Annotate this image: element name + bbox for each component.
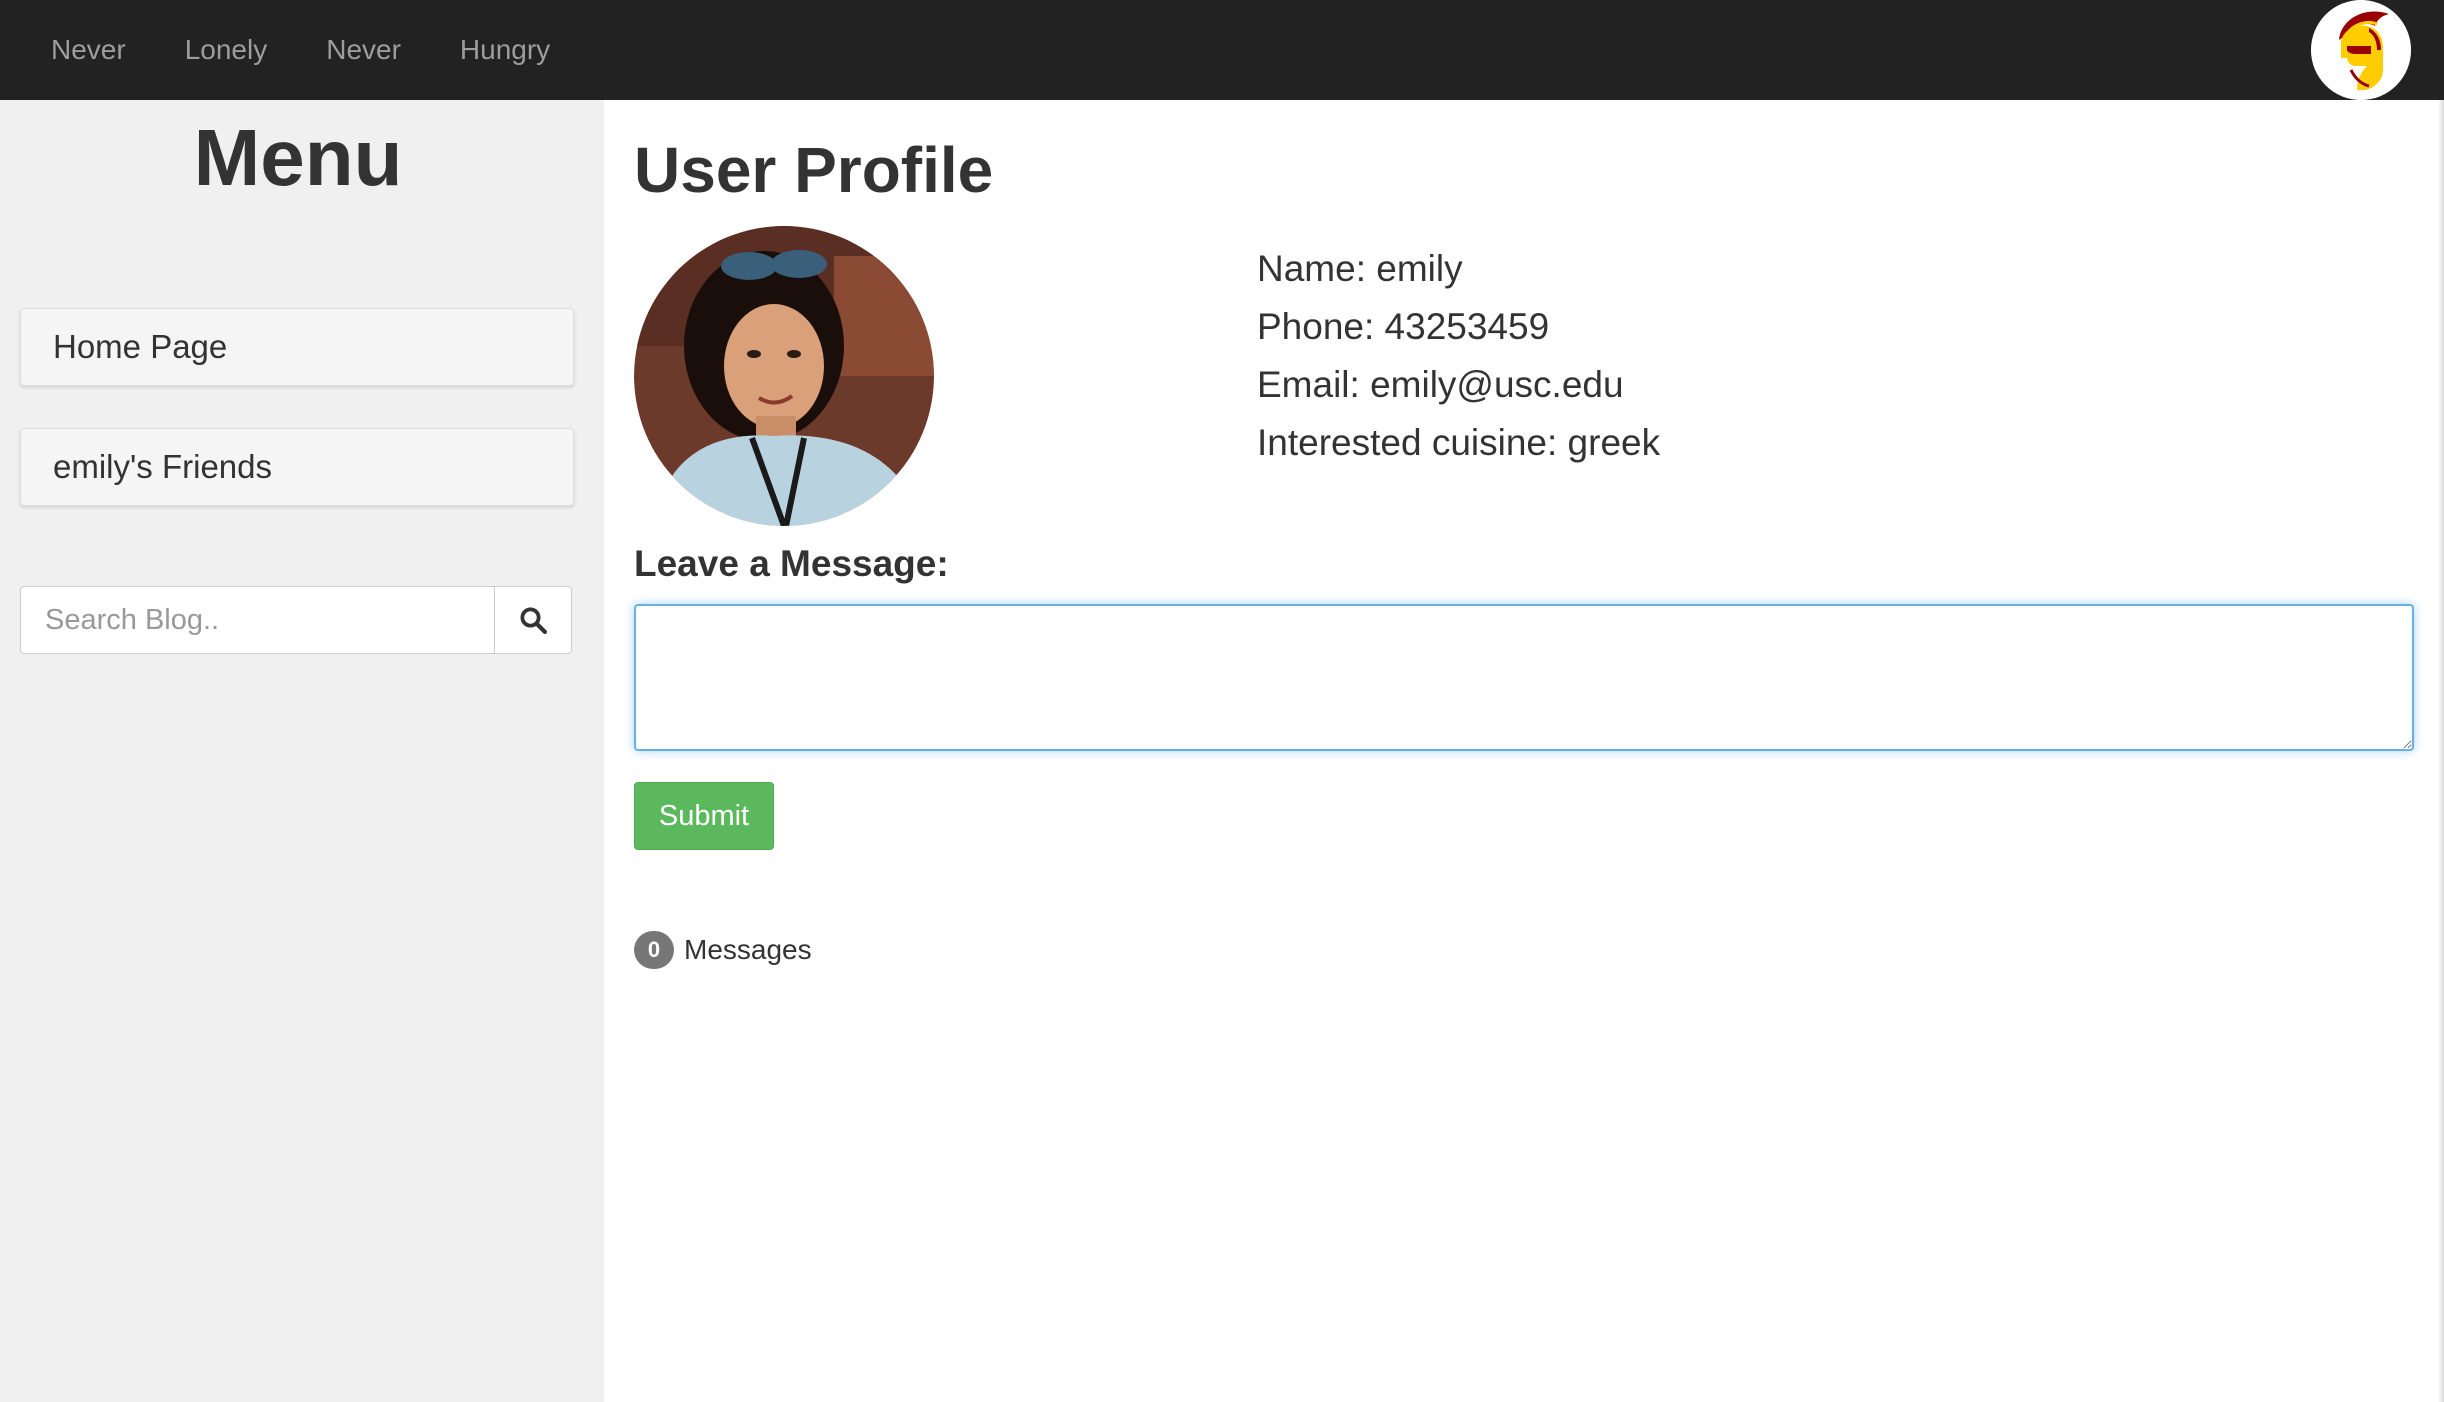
message-label: Leave a Message: bbox=[634, 543, 949, 584]
messages-label: Messages bbox=[684, 934, 812, 965]
profile-cuisine: Interested cuisine: greek bbox=[1257, 422, 1661, 463]
nav-link-hungry[interactable]: Hungry bbox=[460, 36, 550, 64]
search-button[interactable] bbox=[494, 586, 572, 654]
nav-link-never-2[interactable]: Never bbox=[326, 36, 401, 64]
message-textarea[interactable] bbox=[634, 604, 2414, 751]
sidebar-item-friends[interactable]: emily's Friends bbox=[20, 428, 574, 506]
top-navbar: Never Lonely Never Hungry bbox=[0, 0, 2444, 100]
search-group bbox=[20, 586, 572, 654]
profile-email: Email: emily@usc.edu bbox=[1257, 364, 1624, 405]
right-edge-shadow bbox=[2438, 100, 2444, 1402]
sidebar bbox=[0, 100, 604, 1402]
user-avatar bbox=[634, 226, 934, 526]
nav-links: Never Lonely Never Hungry bbox=[51, 0, 609, 100]
page-title: User Profile bbox=[634, 134, 994, 206]
messages-badge: 0 bbox=[634, 931, 674, 969]
submit-button[interactable]: Submit bbox=[634, 782, 774, 850]
nav-link-lonely[interactable]: Lonely bbox=[185, 36, 268, 64]
profile-info: Name: emily Phone: 43253459 Email: emily… bbox=[1257, 240, 1660, 472]
search-input[interactable] bbox=[20, 586, 494, 654]
search-icon bbox=[520, 607, 547, 634]
nav-link-never-1[interactable]: Never bbox=[51, 36, 126, 64]
trojan-helmet-logo-icon[interactable] bbox=[2311, 0, 2411, 100]
sidebar-title: Menu bbox=[193, 113, 403, 202]
messages-count: 0 Messages bbox=[634, 931, 812, 969]
profile-phone: Phone: 43253459 bbox=[1257, 306, 1550, 347]
sidebar-item-home-page[interactable]: Home Page bbox=[20, 308, 574, 386]
profile-name: Name: emily bbox=[1257, 248, 1463, 289]
